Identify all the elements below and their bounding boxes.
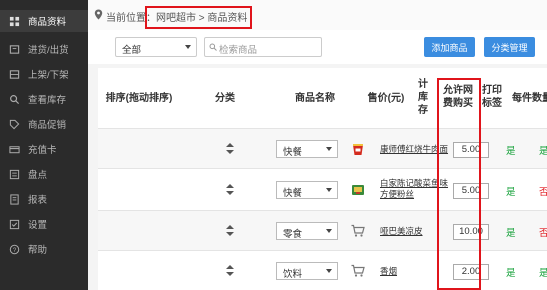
header-price: 售价(元) — [367, 93, 405, 104]
header-print-label-line: 标签 — [482, 98, 502, 109]
sidebar-item-label: 进货/出货 — [28, 45, 69, 56]
row-category-value: 零食 — [283, 229, 303, 240]
header-stock-count-line: 计 — [418, 79, 428, 90]
chevron-down-icon — [185, 45, 191, 49]
search-icon — [8, 93, 20, 105]
sidebar-item-stock-in-out[interactable]: 进货/出货 — [0, 38, 88, 60]
sidebar: 商品资料 进货/出货 上架/下架 查看库存 商品促销 充值卡 盘点 报表 设置 … — [0, 0, 88, 290]
category-manage-button[interactable]: 分类管理 — [484, 37, 535, 57]
net-fee-flag[interactable]: 否 — [539, 225, 547, 239]
row-category-value: 饮料 — [283, 269, 303, 280]
header-product-name: 商品名称 — [295, 93, 335, 104]
category-filter-value: 全部 — [122, 45, 142, 56]
search-input[interactable]: 检索商品 — [204, 37, 322, 57]
card-icon — [8, 143, 20, 155]
header-print-label: 打印 标签 — [480, 84, 504, 110]
sidebar-item-settings[interactable]: 设置 — [0, 213, 88, 235]
row-category-select[interactable]: 快餐 — [276, 140, 338, 158]
check-list-icon — [8, 168, 20, 180]
sidebar-item-label: 盘点 — [28, 170, 48, 181]
drag-sort-icon[interactable] — [226, 184, 234, 195]
noodle-pack-icon — [352, 185, 364, 195]
header-sort: 排序(拖动排序) — [105, 93, 173, 104]
sidebar-item-label: 设置 — [28, 220, 48, 231]
sidebar-item-label: 充值卡 — [28, 145, 57, 156]
sidebar-item-label: 报表 — [28, 195, 48, 206]
drag-sort-icon[interactable] — [226, 225, 234, 236]
net-fee-flag[interactable]: 是 — [539, 265, 547, 279]
drag-sort-icon[interactable] — [226, 143, 234, 154]
main-panel: 当前位置：网吧超市 > 商品资料 全部 检索商品 添加商品 分类管理 排序(拖动… — [88, 0, 547, 290]
tag-icon — [8, 118, 20, 130]
sidebar-item-label: 商品资料 — [28, 17, 67, 28]
cart-icon — [351, 264, 365, 277]
sidebar-item-label: 帮助 — [28, 245, 48, 256]
stock-count-flag[interactable]: 是 — [506, 265, 516, 279]
stock-count-flag[interactable]: 是 — [506, 225, 516, 239]
sidebar-item-inventory-check[interactable]: 盘点 — [0, 163, 88, 185]
grid-icon — [8, 15, 20, 27]
location-pin-icon — [94, 9, 103, 20]
net-fee-column-highlight-box — [437, 78, 481, 290]
chevron-down-icon — [326, 269, 332, 273]
row-category-select[interactable]: 饮料 — [276, 262, 338, 280]
sidebar-item-label: 商品促销 — [28, 120, 67, 131]
noodle-cup-icon — [353, 144, 363, 155]
sidebar-item-help[interactable]: ? 帮助 — [0, 238, 88, 260]
add-product-button[interactable]: 添加商品 — [424, 37, 475, 57]
header-category: 分类 — [215, 93, 235, 104]
row-category-value: 快餐 — [283, 188, 303, 199]
header-qty-each: 每件数量 — [512, 93, 547, 104]
header-print-label-line: 打印 — [482, 85, 502, 96]
chevron-down-icon — [326, 188, 332, 192]
row-category-value: 快餐 — [283, 147, 303, 158]
chevron-down-icon — [326, 229, 332, 233]
row-category-select[interactable]: 零食 — [276, 222, 338, 240]
sidebar-item-report[interactable]: 报表 — [0, 188, 88, 210]
report-icon — [8, 193, 20, 205]
help-icon: ? — [8, 243, 20, 255]
header-stock-count-line: 存 — [418, 105, 428, 116]
sidebar-item-view-stock[interactable]: 查看库存 — [0, 88, 88, 110]
sidebar-item-recharge-card[interactable]: 充值卡 — [0, 138, 88, 160]
sidebar-item-promotion[interactable]: 商品促销 — [0, 113, 88, 135]
drag-sort-icon[interactable] — [226, 265, 234, 276]
sidebar-item-label: 上架/下架 — [28, 70, 69, 81]
cart-icon — [351, 224, 365, 237]
category-filter-select[interactable]: 全部 — [115, 37, 197, 57]
transfer-icon — [8, 43, 20, 55]
sidebar-item-shelf[interactable]: 上架/下架 — [0, 63, 88, 85]
sidebar-item-label: 查看库存 — [28, 95, 67, 106]
shelf-icon — [8, 68, 20, 80]
header-stock-count: 计 库 存 — [416, 78, 430, 117]
chevron-down-icon — [326, 147, 332, 151]
row-category-select[interactable]: 快餐 — [276, 181, 338, 199]
stock-count-flag[interactable]: 是 — [506, 143, 516, 157]
breadcrumb-highlight-box — [145, 6, 252, 29]
net-fee-flag[interactable]: 是 — [539, 143, 547, 157]
sidebar-item-product-info[interactable]: 商品资料 — [0, 10, 88, 32]
search-placeholder: 检索商品 — [219, 45, 258, 56]
stock-count-flag[interactable]: 是 — [506, 184, 516, 198]
svg-text:?: ? — [12, 246, 16, 253]
settings-icon — [8, 218, 20, 230]
search-icon — [209, 43, 217, 51]
net-fee-flag[interactable]: 否 — [539, 184, 547, 198]
header-stock-count-line: 库 — [418, 92, 428, 103]
